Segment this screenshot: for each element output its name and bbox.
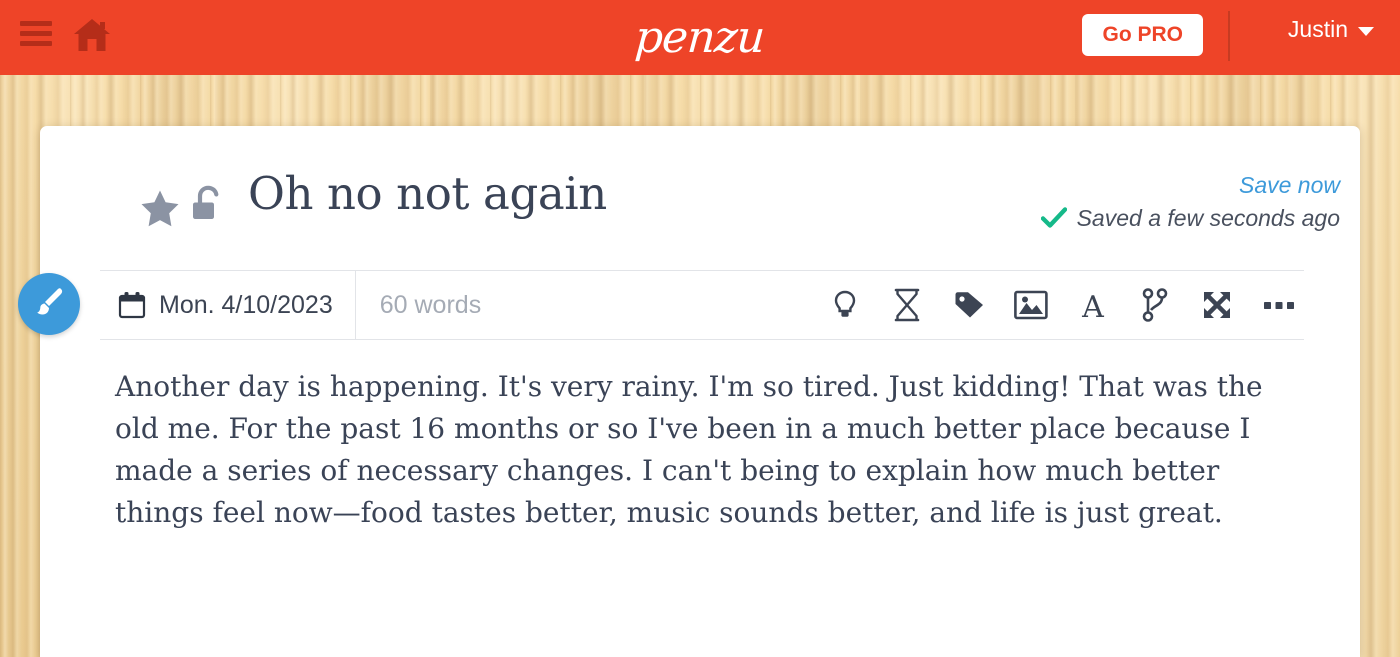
- ellipsis-icon[interactable]: [1262, 288, 1296, 322]
- paintbrush-button[interactable]: [18, 273, 80, 335]
- save-status-block: Save now Saved a few seconds ago: [1040, 171, 1340, 231]
- hourglass-icon[interactable]: [890, 288, 924, 322]
- hamburger-bar: [20, 21, 52, 26]
- toolbar-icon-group: A: [828, 271, 1304, 339]
- entry-body-text[interactable]: Another day is happening. It's very rain…: [115, 366, 1300, 534]
- branch-icon[interactable]: [1138, 288, 1172, 322]
- entry-date: Mon. 4/10/2023: [159, 290, 333, 319]
- star-icon[interactable]: [140, 189, 180, 232]
- hamburger-menu-icon[interactable]: [18, 19, 54, 47]
- saved-status-text: Saved a few seconds ago: [1076, 204, 1340, 231]
- svg-text:A: A: [1081, 290, 1104, 321]
- tag-icon[interactable]: [952, 288, 986, 322]
- entry-title-row: Oh no not again Save now Saved a few sec…: [100, 167, 1340, 261]
- page-title[interactable]: Oh no not again: [248, 167, 607, 220]
- header-divider: [1228, 11, 1230, 61]
- hamburger-bar: [20, 41, 52, 46]
- entry-toolbar: Mon. 4/10/2023 60 words A: [100, 270, 1304, 340]
- home-icon[interactable]: [72, 17, 112, 53]
- logo-text: penzu: [633, 12, 767, 63]
- date-selector[interactable]: Mon. 4/10/2023: [100, 271, 356, 339]
- paintbrush-icon: [37, 288, 63, 315]
- journal-page: Oh no not again Save now Saved a few sec…: [40, 126, 1360, 657]
- word-count: 60 words: [379, 290, 482, 319]
- user-menu[interactable]: Justin: [1288, 18, 1374, 41]
- expand-icon[interactable]: [1200, 288, 1234, 322]
- unlocked-padlock-icon[interactable]: [190, 185, 224, 232]
- image-icon[interactable]: [1014, 288, 1048, 322]
- go-pro-button[interactable]: Go PRO: [1082, 14, 1203, 56]
- calendar-icon: [118, 292, 146, 319]
- chevron-down-icon: [1358, 26, 1374, 36]
- font-icon[interactable]: A: [1076, 288, 1110, 322]
- green-check-icon: [1040, 207, 1067, 229]
- user-name-label: Justin: [1287, 16, 1348, 42]
- hamburger-bar: [20, 31, 52, 36]
- app-header: penzu Go PRO Justin: [0, 0, 1400, 75]
- lightbulb-icon[interactable]: [828, 288, 862, 322]
- saved-status-line: Saved a few seconds ago: [1040, 204, 1340, 231]
- save-now-link[interactable]: Save now: [1041, 171, 1340, 200]
